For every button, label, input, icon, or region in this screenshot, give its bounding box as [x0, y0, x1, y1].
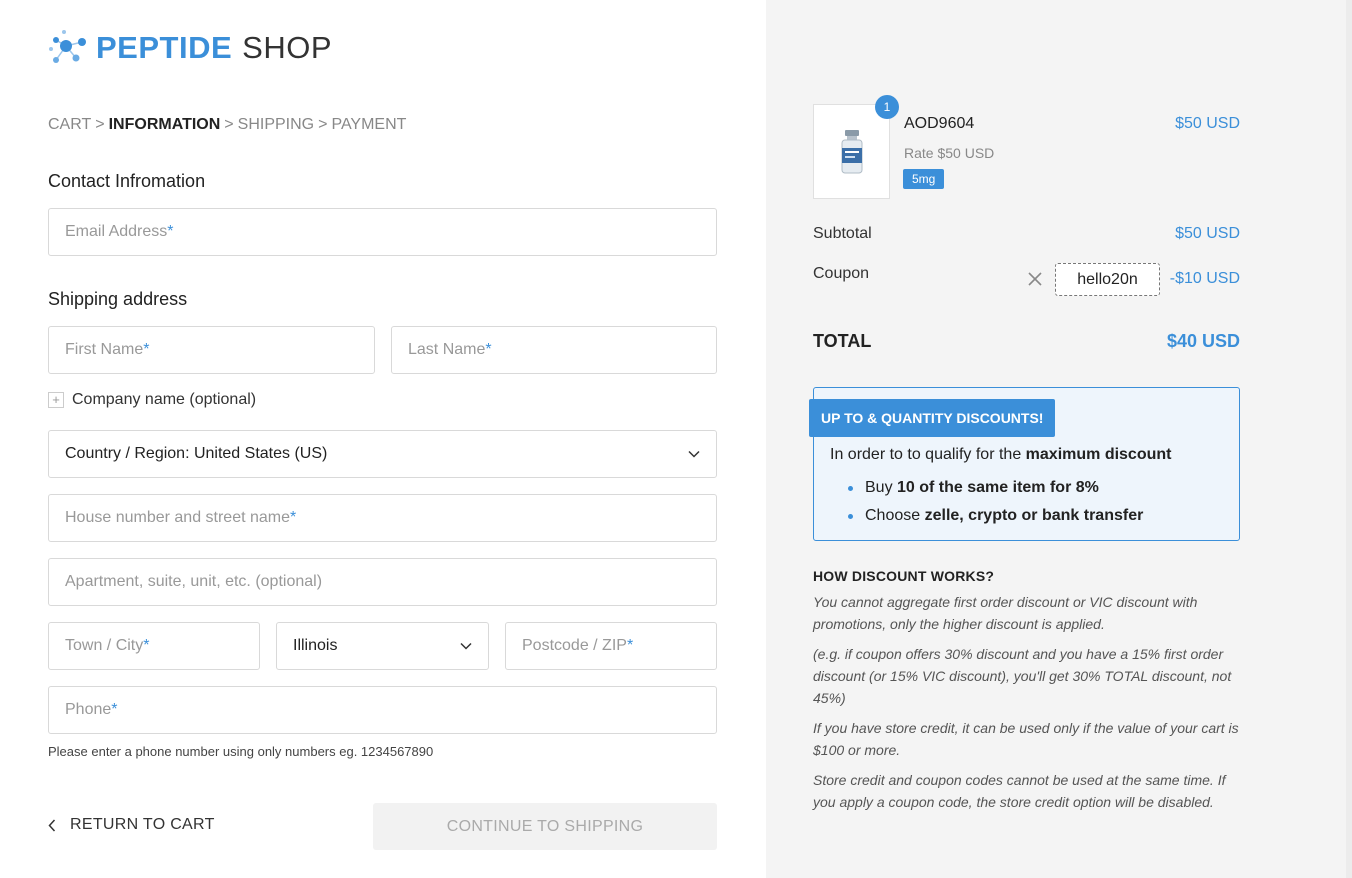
last-name-placeholder: Last Name — [408, 341, 486, 358]
phone-hint: Please enter a phone number using only n… — [48, 744, 434, 759]
promo-intro-bold: maximum discount — [1025, 446, 1172, 463]
discount-rule-paragraph: You cannot aggregate first order discoun… — [813, 594, 1198, 632]
promo-tag: UP TO & QUANTITY DISCOUNTS! — [809, 399, 1056, 437]
apartment-field[interactable]: Apartment, suite, unit, etc. (optional) — [48, 558, 717, 606]
promo-bullet-text: Buy 10 of the same item for 8% — [865, 479, 1099, 497]
logo-text-peptide: PEPTIDE — [96, 30, 233, 65]
country-select[interactable]: Country / Region: United States (US) — [48, 430, 717, 478]
breadcrumb-cart[interactable]: CART — [48, 116, 91, 134]
return-to-cart-label: RETURN TO CART — [70, 816, 215, 833]
country-value: Country / Region: United States (US) — [65, 445, 328, 462]
chevron-left-icon — [48, 818, 56, 832]
required-mark: * — [167, 223, 174, 240]
total-label: TOTAL — [813, 331, 872, 351]
first-name-placeholder: First Name — [65, 341, 144, 358]
bullet-dot — [848, 513, 853, 519]
breadcrumb-payment: PAYMENT — [331, 116, 407, 133]
bullet-bold: 10 of the same item for 8% — [897, 479, 1099, 496]
city-placeholder: Town / City — [65, 637, 144, 654]
breadcrumb-separator: > — [224, 116, 234, 133]
email-field[interactable]: Email Address * — [48, 208, 717, 256]
site-logo[interactable]: PEPTIDE SHOP — [48, 28, 332, 68]
zip-placeholder: Postcode / ZIP — [522, 637, 627, 654]
subtotal-value: $50 USD — [1175, 225, 1240, 242]
promo-bullet: Buy 10 of the same item for 8% — [848, 474, 1143, 502]
product-variant-badge: 5mg — [903, 169, 945, 189]
state-value: Illinois — [293, 637, 338, 654]
shipping-section-title: Shipping address — [48, 289, 188, 309]
required-mark: * — [143, 341, 150, 358]
promo-bullet-text: Choose zelle, crypto or bank transfer — [865, 507, 1143, 525]
city-field[interactable]: Town / City * — [48, 622, 260, 670]
plus-icon: + — [48, 392, 64, 408]
return-to-cart-link[interactable]: RETURN TO CART — [48, 816, 215, 834]
quantity-badge: 1 — [875, 95, 899, 119]
coupon-code-chip: hello20n — [1055, 263, 1160, 296]
last-name-field[interactable]: Last Name * — [391, 326, 717, 374]
required-mark: * — [290, 509, 297, 526]
contact-section-title: Contact Infromation — [48, 171, 206, 191]
remove-coupon-icon[interactable] — [1026, 270, 1044, 288]
logo-text: PEPTIDE SHOP — [96, 30, 332, 66]
required-mark: * — [485, 341, 492, 358]
promo-bullets: Buy 10 of the same item for 8% Choose ze… — [848, 474, 1143, 530]
bullet-bold: zelle, crypto or bank transfer — [924, 507, 1144, 524]
company-name-label: Company name (optional) — [72, 391, 257, 408]
bullet-dot — [848, 485, 853, 491]
breadcrumb-separator: > — [95, 116, 105, 133]
promo-intro: In order to to qualify for the maximum d… — [830, 446, 1171, 464]
promo-bullet: Choose zelle, crypto or bank transfer — [848, 502, 1143, 530]
chevron-down-icon — [460, 642, 472, 650]
product-thumbnail — [813, 104, 890, 199]
company-name-toggle[interactable]: + Company name (optional) — [48, 391, 256, 409]
discount-rule-paragraph: Store credit and coupon codes cannot be … — [813, 772, 1226, 810]
coupon-label: Coupon — [813, 265, 870, 282]
promo-intro-text: In order to to qualify for the — [830, 446, 1026, 463]
bullet-prefix: Choose — [865, 507, 925, 524]
required-mark: * — [143, 637, 150, 654]
breadcrumb-shipping: SHIPPING — [237, 116, 315, 133]
continue-to-shipping-button[interactable]: CONTINUE TO SHIPPING — [373, 803, 717, 850]
product-price: $50 USD — [1175, 115, 1240, 132]
state-select[interactable]: Illinois — [276, 622, 489, 670]
street-address-field[interactable]: House number and street name * — [48, 494, 717, 542]
molecule-icon — [49, 30, 86, 63]
vial-icon — [841, 129, 862, 173]
total-value: $40 USD — [1166, 331, 1240, 351]
zip-field[interactable]: Postcode / ZIP * — [505, 622, 717, 670]
discount-rule-paragraph: If you have store credit, it can be used… — [813, 720, 1239, 758]
bullet-prefix: Buy — [865, 479, 898, 496]
product-rate: Rate $50 USD — [904, 145, 995, 161]
chevron-down-icon — [688, 450, 700, 458]
street-placeholder: House number and street name — [65, 509, 291, 526]
apartment-placeholder: Apartment, suite, unit, etc. (optional) — [65, 573, 323, 590]
required-mark: * — [626, 637, 634, 654]
phone-field[interactable]: Phone * — [48, 686, 717, 734]
logo-text-shop: SHOP — [242, 30, 333, 65]
discount-rule-paragraph: (e.g. if coupon offers 30% discount and … — [813, 646, 1232, 706]
email-placeholder: Email Address — [65, 223, 168, 240]
how-discount-works-title: HOW DISCOUNT WORKS? — [813, 568, 995, 584]
breadcrumb-separator: > — [318, 116, 328, 133]
phone-placeholder: Phone — [65, 701, 112, 718]
required-mark: * — [111, 701, 118, 718]
breadcrumb: CART > INFORMATION > SHIPPING > PAYMENT — [48, 116, 406, 134]
product-name: AOD9604 — [904, 115, 975, 132]
first-name-field[interactable]: First Name * — [48, 326, 375, 374]
subtotal-label: Subtotal — [813, 225, 872, 242]
coupon-discount-value: -$10 USD — [1169, 270, 1240, 287]
scrollbar-track[interactable] — [1346, 0, 1352, 878]
breadcrumb-information: INFORMATION — [108, 116, 221, 133]
